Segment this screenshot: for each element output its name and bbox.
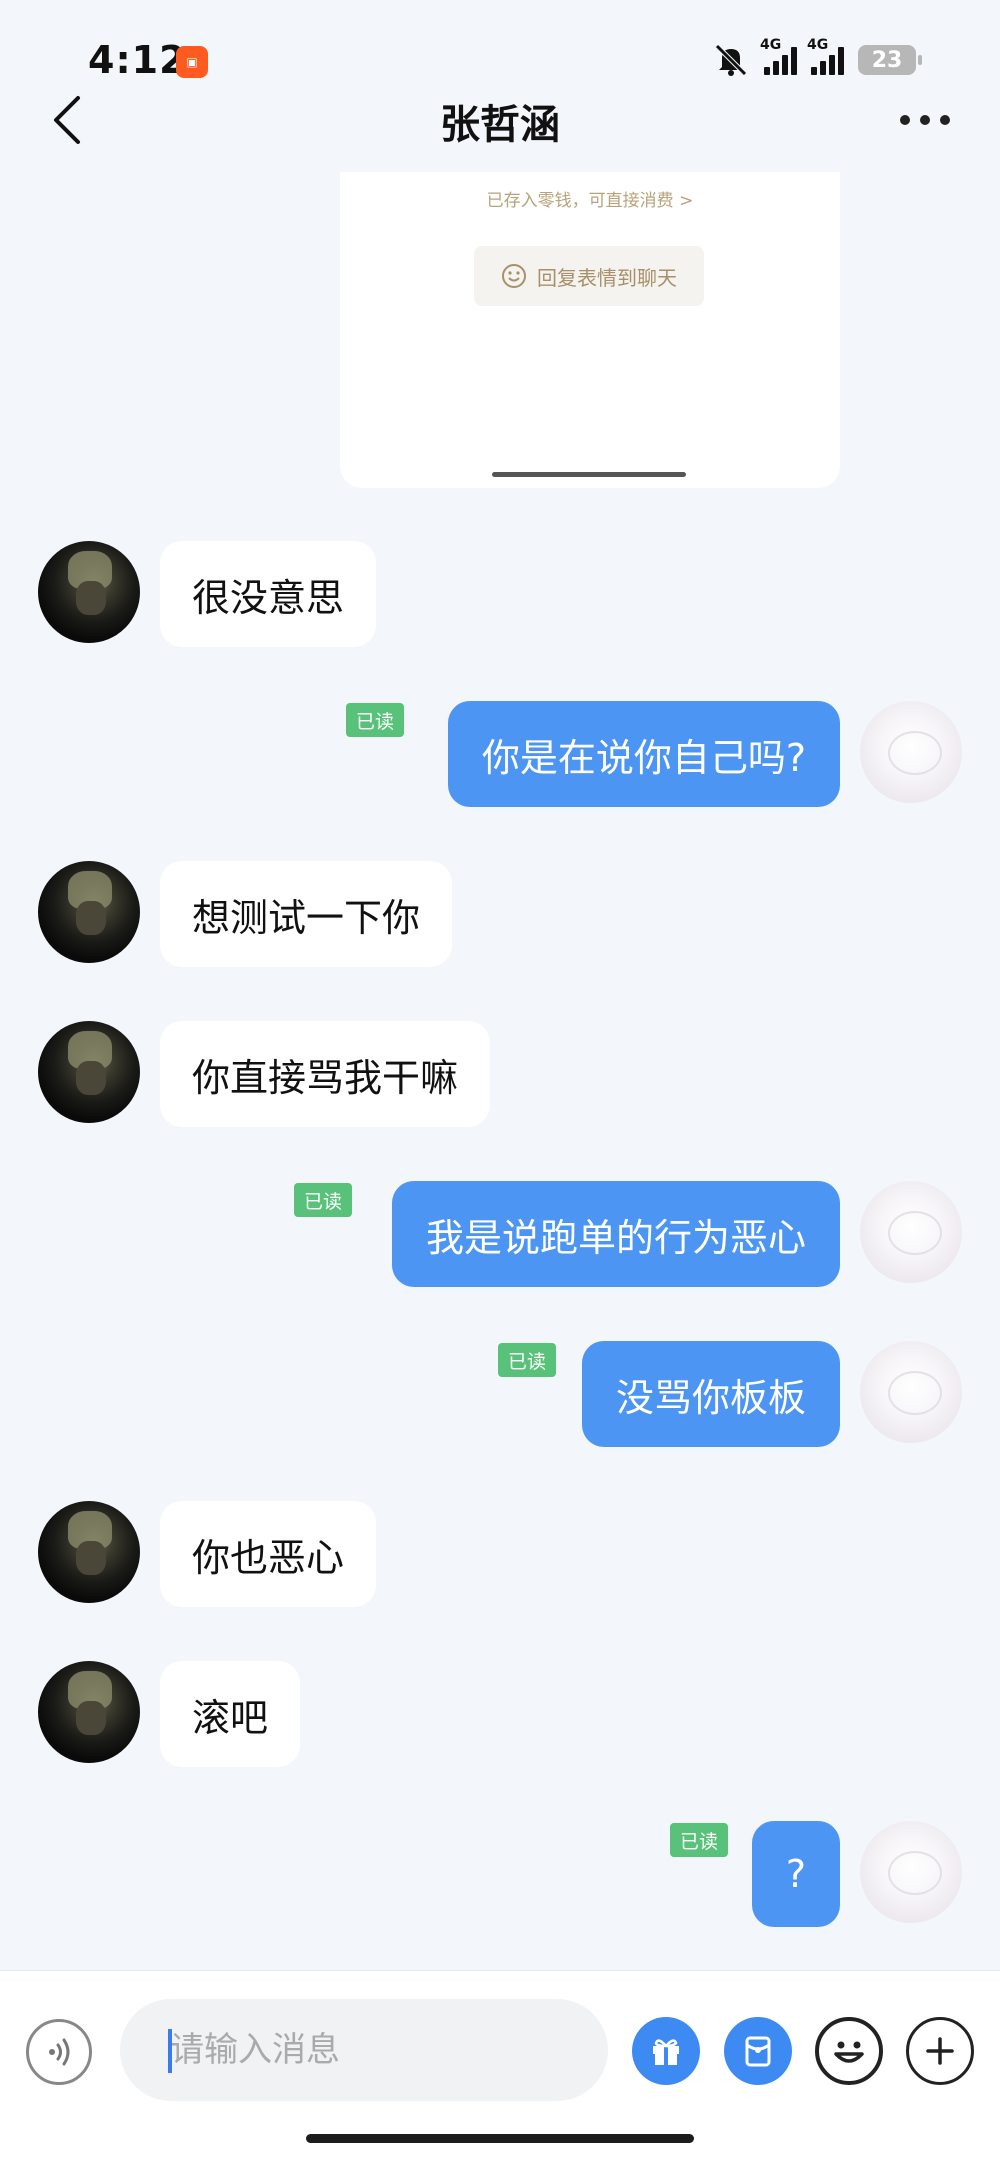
signal-icon: 4G: [760, 37, 797, 75]
read-status-badge: 已读: [497, 1343, 556, 1377]
contact-avatar[interactable]: [38, 541, 140, 643]
reply-emoji-button[interactable]: 回复表情到聊天: [474, 246, 704, 306]
received-message-bubble[interactable]: 很没意思: [160, 541, 377, 647]
message-input[interactable]: [120, 1999, 608, 2101]
message-row: 滚吧: [0, 1661, 1000, 1771]
more-dot-icon: [940, 115, 950, 125]
voice-button[interactable]: [26, 2019, 92, 2085]
message-row: 已读 我是说跑单的行为恶心: [0, 1181, 1000, 1291]
page-title: 张哲涵: [440, 102, 560, 148]
contact-avatar[interactable]: [38, 861, 140, 963]
battery-icon: 23: [858, 45, 922, 75]
user-avatar[interactable]: [860, 1341, 962, 1443]
more-options-button[interactable]: [906, 2017, 974, 2085]
plus-icon: [926, 2037, 954, 2065]
message-row: 你直接骂我干嘛: [0, 1021, 1000, 1131]
message-row: 已读 你是在说你自己吗?: [0, 701, 1000, 811]
sent-message-bubble[interactable]: ?: [751, 1821, 840, 1927]
more-dot-icon: [920, 115, 930, 125]
sent-message-bubble[interactable]: 你是在说你自己吗?: [447, 701, 840, 807]
red-packet-card[interactable]: 已存入零钱，可直接消费 > 回复表情到聊天: [340, 172, 840, 488]
emoji-icon: [834, 2041, 864, 2063]
read-status-badge: 已读: [293, 1183, 352, 1217]
gift-button[interactable]: [632, 2017, 700, 2085]
contact-avatar[interactable]: [38, 1501, 140, 1603]
battery-level: 23: [871, 47, 903, 73]
contact-avatar[interactable]: [38, 1021, 140, 1123]
message-row: 已读 ?: [0, 1821, 1000, 1931]
status-time: 4:12: [88, 38, 187, 82]
message-row: 已读 没骂你板板: [0, 1341, 1000, 1451]
text-cursor: [168, 2029, 172, 2073]
status-icons: 4G 4G 23: [712, 37, 922, 80]
message-row: 你也恶心: [0, 1501, 1000, 1611]
message-row: 想测试一下你: [0, 861, 1000, 971]
received-message-bubble[interactable]: 你也恶心: [160, 1501, 377, 1607]
signal-icon: 4G: [807, 37, 844, 75]
network-type: 4G: [760, 37, 782, 53]
smile-icon: [502, 264, 526, 288]
card-note[interactable]: 已存入零钱，可直接消费 >: [340, 186, 840, 211]
received-message-bubble[interactable]: 你直接骂我干嘛: [160, 1021, 491, 1127]
read-status-badge: 已读: [345, 703, 404, 737]
red-packet-button[interactable]: [724, 2017, 792, 2085]
app-notification-icon: ▣: [176, 46, 208, 78]
card-handle: [492, 472, 686, 477]
nav-bar: 张哲涵: [0, 80, 1000, 160]
envelope-icon: [745, 2036, 771, 2067]
received-message-bubble[interactable]: 滚吧: [160, 1661, 301, 1767]
user-avatar[interactable]: [860, 1821, 962, 1923]
reply-emoji-label: 回复表情到聊天: [537, 265, 677, 290]
contact-avatar[interactable]: [38, 1661, 140, 1763]
more-dot-icon: [900, 115, 910, 125]
user-avatar[interactable]: [860, 701, 962, 803]
network-type: 4G: [807, 37, 829, 53]
user-avatar[interactable]: [860, 1181, 962, 1283]
emoji-button[interactable]: [815, 2017, 883, 2085]
sent-message-bubble[interactable]: 我是说跑单的行为恶心: [391, 1181, 840, 1287]
mute-bell-icon: [715, 44, 747, 76]
sent-message-bubble[interactable]: 没骂你板板: [581, 1341, 840, 1447]
received-message-bubble[interactable]: 想测试一下你: [160, 861, 453, 967]
message-row: 很没意思: [0, 541, 1000, 651]
home-indicator[interactable]: [306, 2134, 694, 2143]
gift-icon: [653, 2039, 679, 2065]
read-status-badge: 已读: [669, 1823, 728, 1857]
more-button[interactable]: [890, 90, 960, 150]
voice-icon: [49, 2038, 70, 2066]
